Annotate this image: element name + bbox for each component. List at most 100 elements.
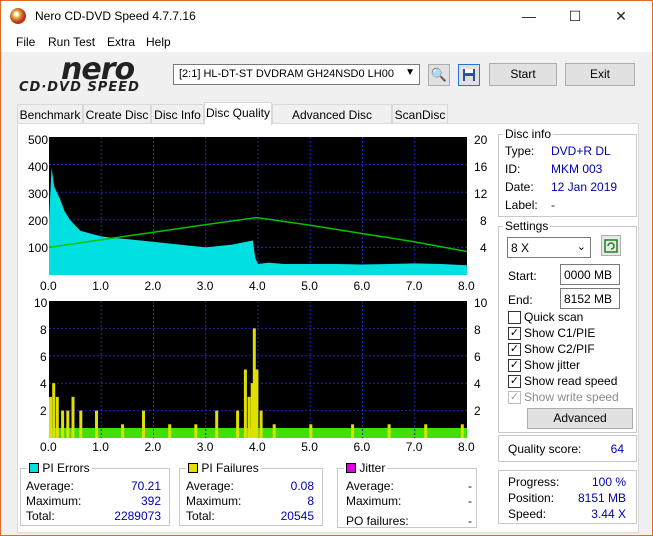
- y-tick-label: 400: [28, 160, 49, 174]
- pi-failures-bar: [215, 410, 219, 438]
- pi-failures-bar: [71, 396, 75, 438]
- disc-info-icon[interactable]: 🔍: [428, 64, 450, 86]
- x-tick-label: 4.0: [249, 279, 266, 293]
- pi-failures-bar: [79, 410, 83, 438]
- maximize-button[interactable]: ☐: [552, 1, 598, 32]
- start-button[interactable]: Start: [489, 63, 557, 86]
- disc-type-value: DVD+R DL: [551, 144, 611, 158]
- jitter-title-text: Jitter: [359, 461, 386, 475]
- minimize-button[interactable]: —: [506, 1, 552, 32]
- jitter-max: -: [468, 494, 472, 508]
- x-tick-label: 3.0: [196, 440, 214, 454]
- po-failures-value: -: [468, 514, 472, 528]
- pi-failures-chart-svg: [49, 301, 467, 438]
- end-label: End:: [508, 293, 533, 307]
- y-tick-label: 300: [28, 187, 49, 201]
- disc-type-label: Type:: [505, 144, 535, 158]
- pi-failures-bar: [66, 410, 70, 438]
- show-jitter-checkbox[interactable]: ✓: [508, 359, 521, 372]
- progress-value: 100 %: [591, 475, 626, 489]
- x-tick-label: 0.0: [40, 279, 57, 293]
- pi-errors-max: 392: [140, 494, 161, 508]
- menu-file[interactable]: File: [16, 35, 35, 49]
- position-label: Position:: [508, 491, 555, 505]
- pi-failures-bar: [272, 424, 276, 438]
- show-read-speed-checkbox[interactable]: ✓: [508, 375, 521, 388]
- menu-help[interactable]: Help: [146, 35, 171, 49]
- tab-benchmark[interactable]: Benchmark: [17, 104, 83, 124]
- show-write-speed-checkbox[interactable]: ✓: [508, 391, 521, 404]
- progress-label: Progress:: [508, 475, 560, 489]
- menu-run-test[interactable]: Run Test: [48, 35, 95, 49]
- title-bar: Nero CD-DVD Speed 4.7.7.16 — ☐ ✕: [1, 1, 652, 32]
- show-c2-label: Show C2/PIF: [524, 342, 595, 356]
- disc-label-label: Label:: [505, 198, 538, 212]
- pi-errors-total-label: Total:: [26, 509, 55, 523]
- drive-select[interactable]: [2:1] HL-DT-ST DVDRAM GH24NSD0 LH00 ▼: [173, 64, 420, 85]
- show-jitter-label: Show jitter: [524, 358, 581, 372]
- x-tick-label: 5.0: [301, 279, 318, 293]
- exit-button[interactable]: Exit: [565, 63, 635, 86]
- y-tick-label: 8: [40, 323, 47, 337]
- advanced-button[interactable]: Advanced: [527, 408, 633, 429]
- toolbar: nero CD·DVD SPEED [2:1] HL-DT-ST DVDRAM …: [1, 52, 652, 97]
- speed-select-value: 8 X: [511, 241, 530, 255]
- end-input[interactable]: 8152 MB: [560, 288, 620, 309]
- pi-failures-bar: [194, 424, 198, 438]
- jitter-avg: -: [468, 479, 472, 493]
- pi-failures-max: 8: [307, 494, 314, 508]
- pi-failures-swatch: [188, 463, 198, 473]
- y-tick-label: 200: [28, 214, 49, 228]
- disc-date-label: Date:: [505, 180, 534, 194]
- pi-failures-title: PI Failures: [186, 461, 261, 475]
- x-tick-label: 8.0: [458, 279, 475, 293]
- show-c1-label: Show C1/PIE: [524, 326, 596, 340]
- pi-failures-bar: [247, 396, 251, 438]
- disc-info-group: Disc info Type: DVD+R DL ID: MKM 003 Dat…: [498, 127, 637, 217]
- pi-failures-max-label: Maximum:: [186, 494, 242, 508]
- progress-group: Progress: 100 % Position: 8151 MB Speed:…: [498, 470, 637, 524]
- quick-scan-checkbox[interactable]: [508, 311, 521, 324]
- refresh-speed-icon[interactable]: [601, 235, 621, 256]
- save-icon[interactable]: [458, 64, 480, 86]
- jitter-title: Jitter: [344, 461, 388, 475]
- x-tick-label: 5.0: [301, 440, 318, 454]
- app-window: Nero CD-DVD Speed 4.7.7.16 — ☐ ✕ File Ru…: [0, 0, 653, 536]
- pi-errors-max-label: Maximum:: [26, 494, 82, 508]
- tab-create-disc[interactable]: Create Disc: [83, 104, 151, 124]
- pi-failures-bar: [168, 424, 172, 438]
- show-c2-checkbox[interactable]: ✓: [508, 343, 521, 356]
- chevron-down-icon: ▼: [405, 67, 415, 78]
- y2-tick-label: 16: [474, 160, 488, 174]
- chevron-down-icon: ⌄: [576, 241, 586, 253]
- y2-tick-label: 2: [474, 404, 481, 418]
- pi-failures-bar: [387, 424, 391, 438]
- y2-tick-label: 4: [474, 377, 481, 391]
- speed-select[interactable]: 8 X ⌄: [507, 237, 591, 258]
- y2-tick-label: 8: [474, 323, 481, 337]
- tab-scandisc[interactable]: ScanDisc: [392, 104, 448, 124]
- quick-scan-label: Quick scan: [524, 310, 584, 324]
- start-input[interactable]: 0000 MB: [560, 264, 620, 285]
- cd-dvd-speed-logo: CD·DVD SPEED: [19, 80, 140, 95]
- tab-advanced-disc-quality[interactable]: Advanced Disc Quality: [272, 104, 392, 136]
- show-c1-checkbox[interactable]: ✓: [508, 327, 521, 340]
- close-button[interactable]: ✕: [598, 1, 644, 32]
- jitter-max-label: Maximum:: [346, 494, 402, 508]
- pi-errors-avg-label: Average:: [26, 479, 74, 493]
- disc-id-label: ID:: [505, 162, 521, 176]
- y-tick-label: 500: [28, 133, 49, 147]
- pi-failures-bar: [55, 396, 59, 438]
- tab-disc-info[interactable]: Disc Info: [151, 104, 204, 124]
- menu-extra[interactable]: Extra: [107, 35, 135, 49]
- tab-disc-quality[interactable]: Disc Quality: [204, 102, 272, 125]
- x-tick-label: 1.0: [92, 279, 109, 293]
- y2-tick-label: 6: [474, 350, 481, 364]
- y-tick-label: 10: [34, 296, 48, 310]
- jitter-avg-label: Average:: [346, 479, 394, 493]
- pi-failures-avg-label: Average:: [186, 479, 234, 493]
- speed-value: 3.44 X: [591, 507, 626, 521]
- disc-quality-panel: 500 400 300 200 100 20 16 12 8 4 0.0 1.0 2…: [17, 123, 639, 533]
- window-title: Nero CD-DVD Speed 4.7.7.16: [35, 9, 196, 23]
- pi-failures-group: PI Failures Average: 0.08 Maximum: 8 Tot…: [179, 461, 323, 526]
